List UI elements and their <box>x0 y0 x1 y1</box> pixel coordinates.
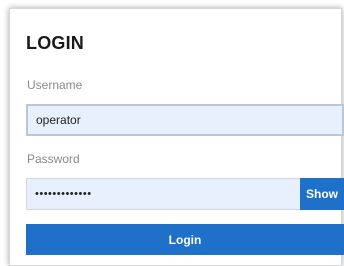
show-password-button[interactable]: Show <box>300 178 344 210</box>
password-label: Password <box>27 152 80 166</box>
password-input[interactable] <box>27 179 307 209</box>
login-card: LOGIN Username Password Show Login <box>9 8 344 266</box>
password-field-wrapper: Show <box>26 178 344 210</box>
username-input[interactable] <box>28 106 342 134</box>
login-button[interactable]: Login <box>26 224 344 255</box>
username-label: Username <box>27 78 83 92</box>
login-title: LOGIN <box>26 33 84 53</box>
username-field-wrapper <box>26 104 344 136</box>
